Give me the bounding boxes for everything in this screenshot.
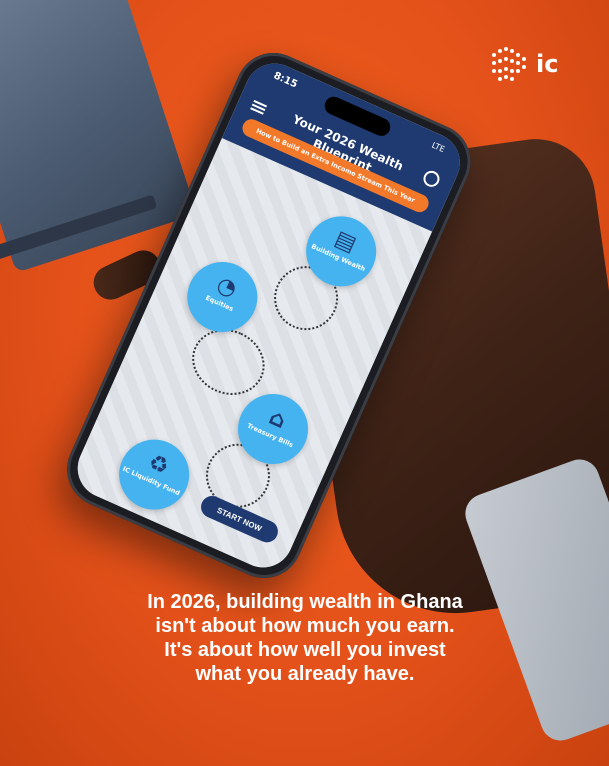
node-ic-liquidity-fund[interactable]: ♻ IC Liquidity Fund — [107, 428, 201, 521]
logo-text: ic — [536, 50, 559, 78]
node-equities[interactable]: ◔ Equities — [176, 250, 269, 344]
caption: In 2026, building wealth in Ghana isn't … — [100, 590, 510, 686]
caption-line-4: what you already have. — [195, 663, 415, 685]
status-network: LTE — [430, 140, 447, 155]
ic-logo: ic — [490, 47, 558, 81]
ad-background: ic 8:15 LTE Your 2026 Wealth Blueprint H… — [0, 0, 609, 766]
caption-line-1: In 2026, building wealth in Ghana — [147, 591, 463, 613]
logo-dots-icon — [490, 47, 530, 81]
caption-line-3: It's about how well you invest — [164, 639, 446, 661]
caption-line-2: isn't about how much you earn. — [155, 615, 455, 637]
phone-screen: 8:15 LTE Your 2026 Wealth Blueprint How … — [68, 54, 470, 577]
menu-icon[interactable] — [249, 98, 268, 116]
status-time: 8:15 — [271, 70, 299, 91]
